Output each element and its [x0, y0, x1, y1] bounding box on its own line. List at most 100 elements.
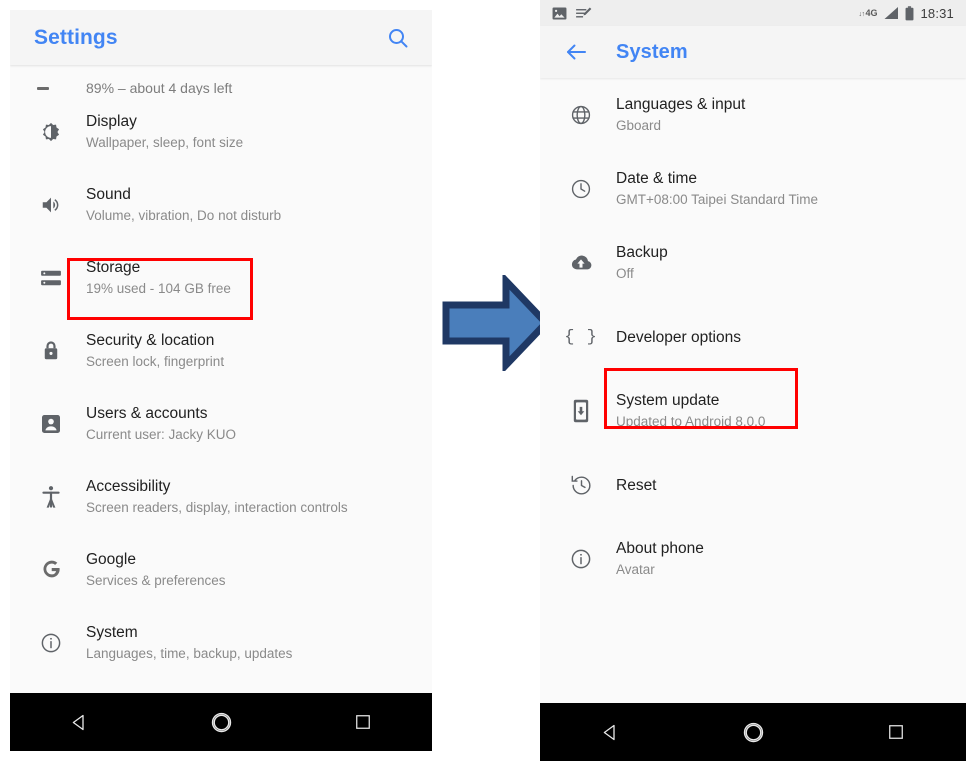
settings-row-text: Storage 19% used - 104 GB free [86, 258, 231, 298]
settings-row-system-update[interactable]: System update Updated to Android 8.0.0 [540, 374, 966, 448]
system-settings-list[interactable]: Languages & input Gboard Date & time GMT… [540, 78, 966, 596]
battery-full-icon [905, 5, 914, 21]
network-type-indicator: ↓↑ 4G [858, 7, 878, 18]
settings-row-languages-input[interactable]: Languages & input Gboard [540, 78, 966, 152]
home-circle-icon[interactable] [209, 710, 234, 735]
settings-row-text: Date & time GMT+08:00 Taipei Standard Ti… [616, 169, 818, 209]
settings-row-developer-options[interactable]: { } Developer options [540, 300, 966, 374]
settings-row-text: Security & location Screen lock, fingerp… [86, 331, 224, 371]
info-icon [34, 632, 68, 654]
android-nav-bar [10, 693, 432, 751]
arrow-back-icon[interactable] [564, 40, 588, 64]
right-phone-screen: ↓↑ 4G 18:31 System Languages & input Gbo… [540, 0, 966, 761]
settings-row-google[interactable]: Google Services & preferences [10, 533, 432, 606]
left-phone-screen: Settings 89% – about 4 days left Display… [10, 10, 432, 751]
settings-row-text: Users & accounts Current user: Jacky KUO [86, 404, 236, 444]
back-triangle-icon[interactable] [69, 712, 90, 733]
row-subtitle: GMT+08:00 Taipei Standard Time [616, 192, 818, 207]
settings-row-text: Languages & input Gboard [616, 95, 745, 135]
braces-icon: { } [564, 327, 598, 347]
accessibility-icon [34, 485, 68, 509]
home-circle-icon[interactable] [741, 720, 766, 745]
settings-row-text: About phone Avatar [616, 539, 704, 579]
settings-row-backup[interactable]: Backup Off [540, 226, 966, 300]
settings-row-text: Developer options [616, 327, 741, 348]
page-title: System [616, 40, 688, 63]
network-label: 4G [865, 7, 878, 18]
settings-row-date-time[interactable]: Date & time GMT+08:00 Taipei Standard Ti… [540, 152, 966, 226]
globe-icon [564, 104, 598, 126]
brightness-icon [34, 121, 68, 143]
settings-row-text: Backup Off [616, 243, 668, 283]
status-time: 18:31 [920, 5, 954, 21]
row-subtitle: Gboard [616, 118, 662, 133]
row-title: Developer options [616, 328, 741, 346]
row-subtitle: Languages, time, backup, updates [86, 645, 293, 661]
history-icon [564, 474, 598, 497]
settings-row-text: Sound Volume, vibration, Do not disturb [86, 185, 281, 225]
row-subtitle: Screen lock, fingerprint [86, 353, 225, 369]
settings-row-accessibility[interactable]: Accessibility Screen readers, display, i… [10, 460, 432, 533]
battery-row-partial[interactable]: 89% – about 4 days left [10, 65, 432, 95]
settings-row-text: Google Services & preferences [86, 550, 226, 590]
settings-app-bar: Settings [10, 10, 432, 65]
settings-row-security-location[interactable]: Security & location Screen lock, fingerp… [10, 314, 432, 387]
battery-icon [34, 81, 68, 95]
row-subtitle: Updated to Android 8.0.0 [616, 414, 766, 429]
recents-square-icon[interactable] [886, 722, 906, 742]
recents-square-icon[interactable] [353, 712, 373, 732]
row-title: System update [616, 392, 720, 409]
battery-status-text: 89% – about 4 days left [86, 80, 233, 95]
info-icon [564, 548, 598, 570]
network-arrows: ↓↑ [858, 10, 865, 18]
edit-note-icon [576, 7, 592, 20]
row-title: Storage [86, 258, 141, 276]
signal-bars-icon [883, 6, 899, 20]
screenshot-root: Settings 89% – about 4 days left Display… [0, 0, 972, 761]
row-title: Date & time [616, 170, 697, 187]
row-subtitle: Off [616, 266, 634, 281]
settings-row-text: System update Updated to Android 8.0.0 [616, 391, 765, 431]
person-icon [34, 414, 68, 434]
settings-row-display[interactable]: Display Wallpaper, sleep, font size [10, 95, 432, 168]
row-subtitle: Avatar [616, 562, 655, 577]
android-nav-bar [540, 703, 966, 761]
search-icon[interactable] [386, 26, 410, 50]
system-app-bar: System [540, 26, 966, 78]
volume-icon [34, 194, 68, 216]
settings-row-sound[interactable]: Sound Volume, vibration, Do not disturb [10, 168, 432, 241]
settings-row-text: System Languages, time, backup, updates [86, 623, 292, 663]
row-subtitle: 19% used - 104 GB free [86, 280, 231, 296]
flow-arrow-right [440, 272, 552, 374]
google-icon [34, 557, 68, 582]
settings-row-about-phone[interactable]: About phone Avatar [540, 522, 966, 596]
row-title: Backup [616, 244, 668, 261]
row-title: Users & accounts [86, 404, 208, 422]
page-title: Settings [34, 25, 118, 49]
back-triangle-icon[interactable] [600, 722, 621, 743]
row-subtitle: Services & preferences [86, 572, 226, 588]
row-title: Google [86, 550, 136, 568]
clock-icon [564, 178, 598, 200]
row-title: Sound [86, 185, 131, 203]
settings-row-text: Accessibility Screen readers, display, i… [86, 477, 348, 517]
image-icon [552, 6, 567, 20]
lock-icon [34, 340, 68, 362]
settings-row-storage[interactable]: Storage 19% used - 104 GB free [10, 241, 432, 314]
row-subtitle: Screen readers, display, interaction con… [86, 499, 348, 515]
row-title: Accessibility [86, 477, 171, 495]
row-title: About phone [616, 540, 704, 557]
row-title: Languages & input [616, 96, 746, 113]
settings-row-system[interactable]: System Languages, time, backup, updates [10, 606, 432, 679]
system-update-icon [564, 399, 598, 423]
settings-list[interactable]: 89% – about 4 days left Display Wallpape… [10, 65, 432, 679]
settings-row-text: Reset [616, 475, 657, 496]
row-title: Security & location [86, 331, 215, 349]
storage-icon [34, 269, 68, 287]
row-subtitle: Wallpaper, sleep, font size [86, 134, 244, 150]
settings-row-reset[interactable]: Reset [540, 448, 966, 522]
settings-row-users-accounts[interactable]: Users & accounts Current user: Jacky KUO [10, 387, 432, 460]
row-subtitle: Volume, vibration, Do not disturb [86, 207, 282, 223]
row-title: System [86, 623, 138, 641]
cloud-upload-icon [564, 254, 598, 272]
